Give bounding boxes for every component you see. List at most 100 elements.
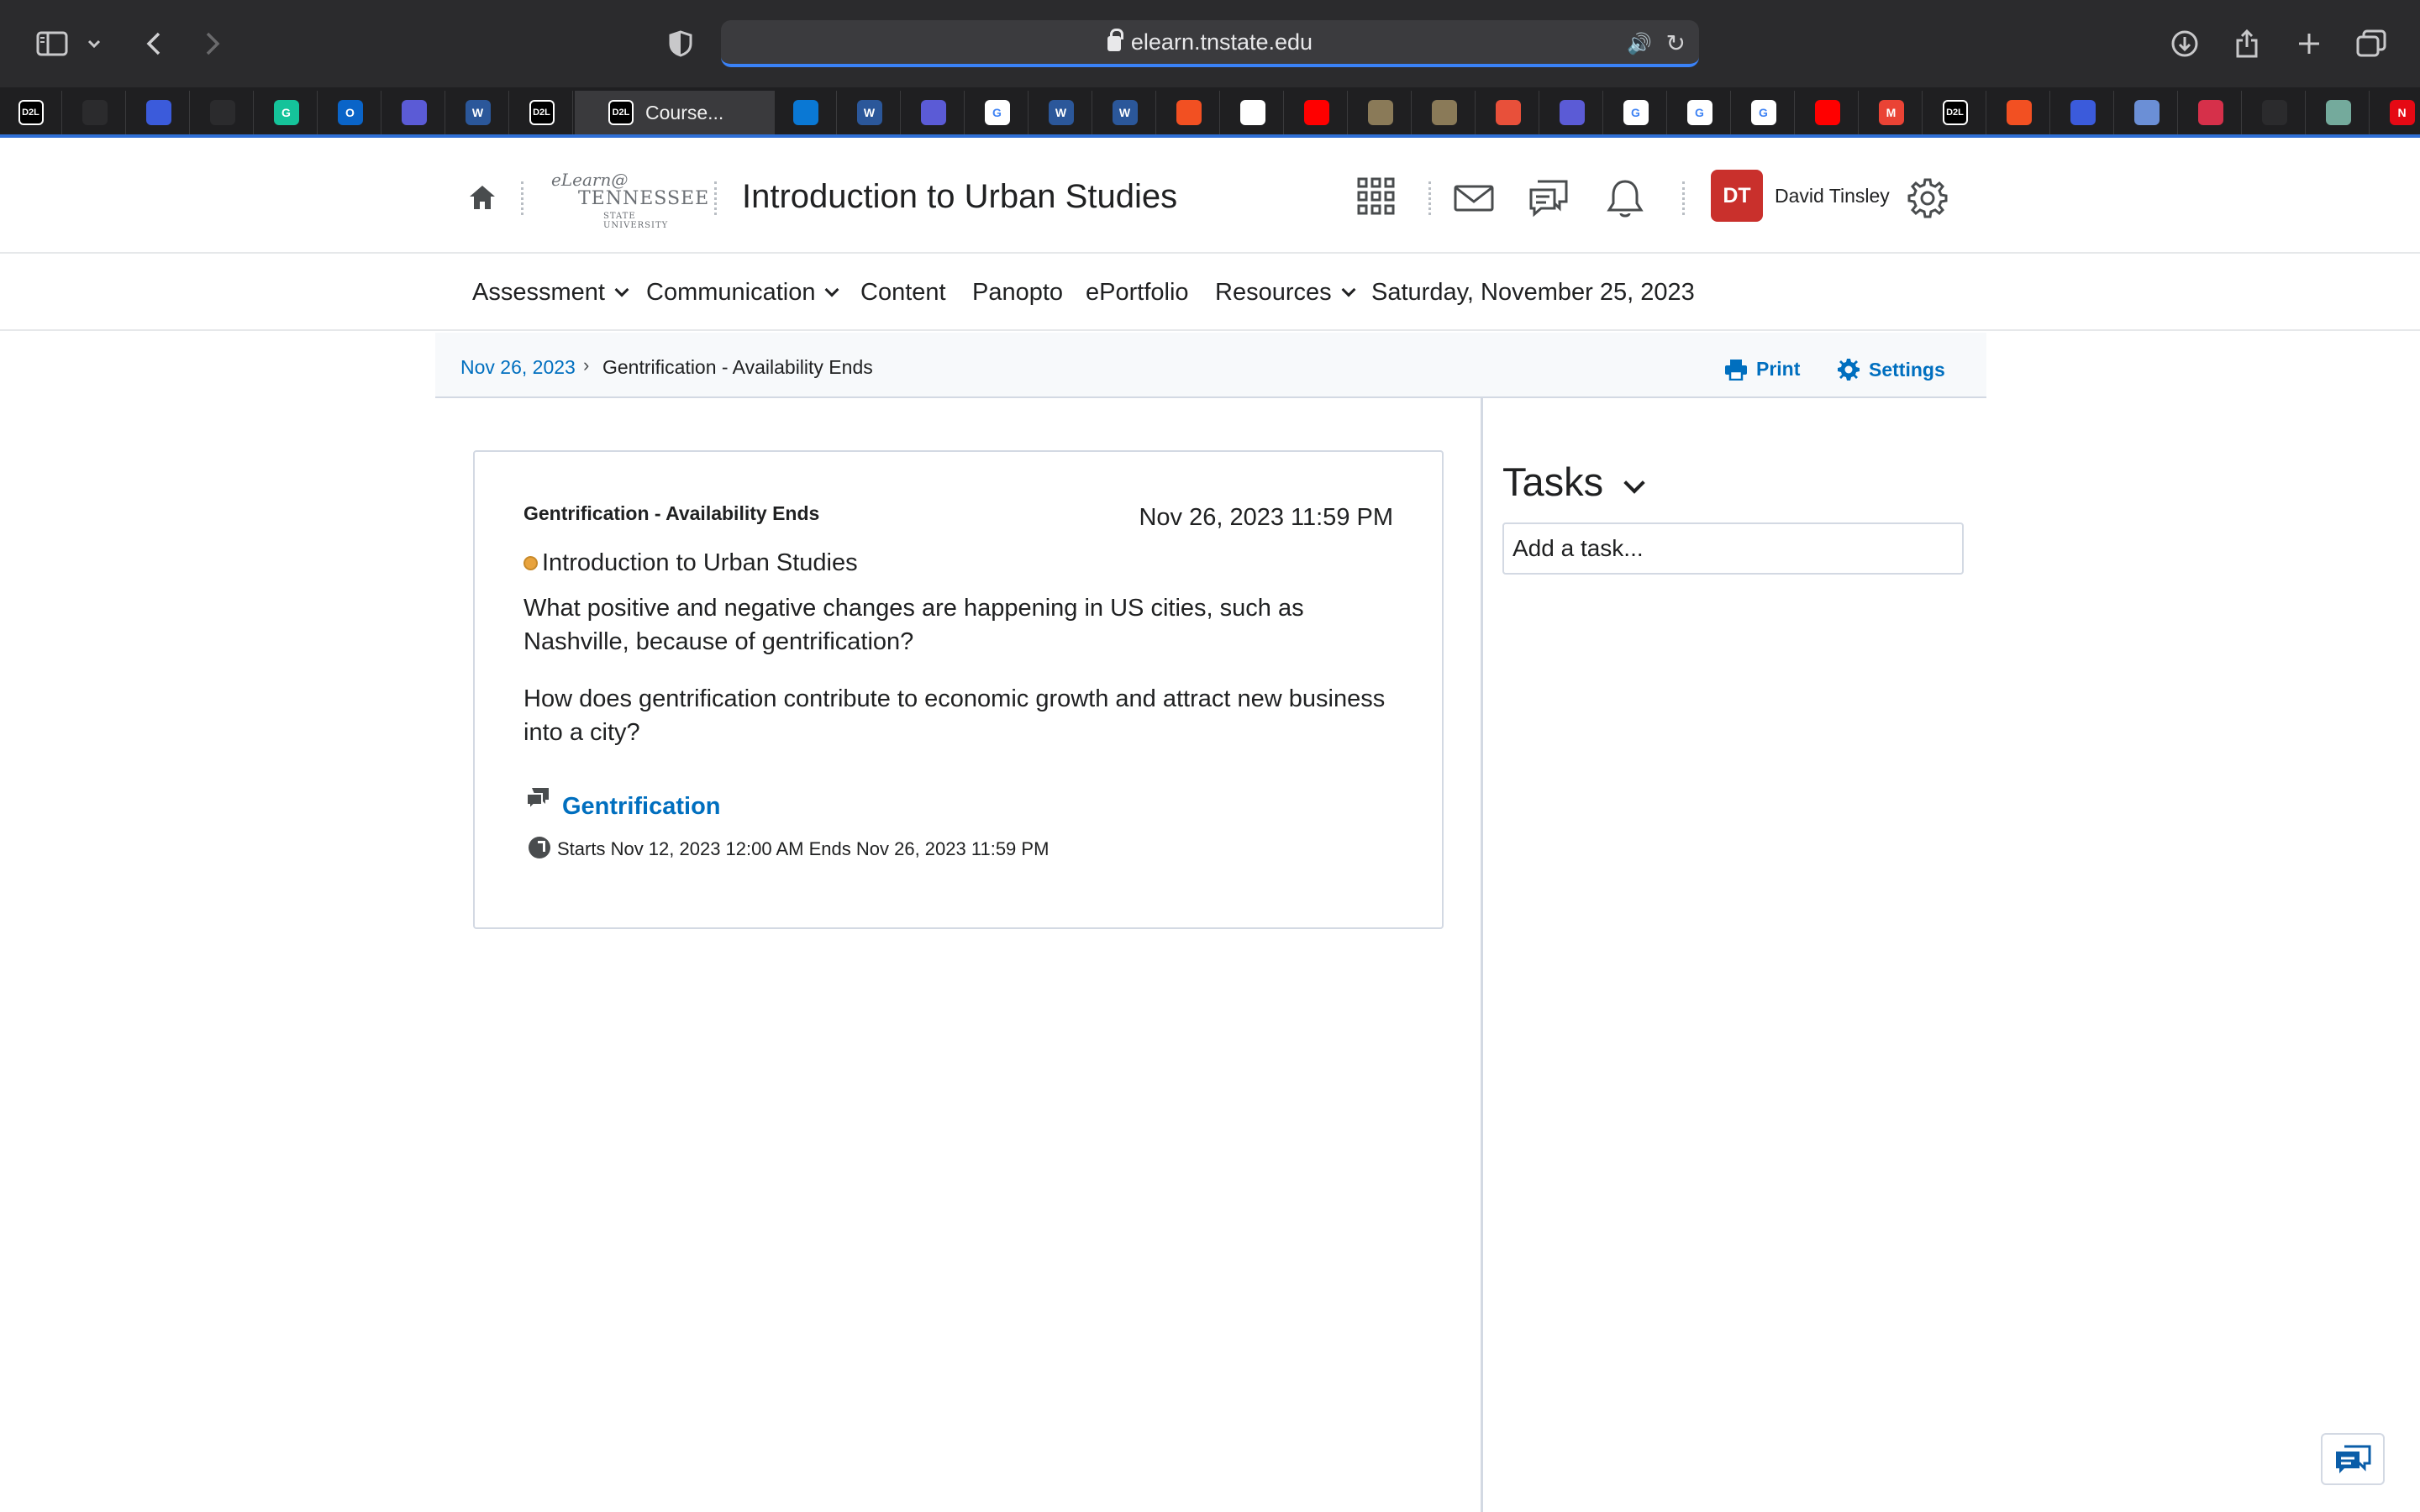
browser-tab[interactable]: G [1669,91,1731,134]
browser-tab[interactable]: G [255,91,318,134]
browser-tab[interactable] [775,91,837,134]
sidebar-toggle-icon[interactable] [32,18,72,69]
play-icon [920,100,946,125]
course-title[interactable]: Introduction to Urban Studies [742,178,1177,216]
word-icon: W [1112,100,1138,125]
chevron-down-icon[interactable] [84,18,104,69]
browser-tab[interactable] [1477,91,1539,134]
mail-icon[interactable] [1452,176,1496,220]
nav-label: Content [860,279,946,306]
speaker-icon[interactable]: 🔊 [1627,32,1652,56]
browser-tab[interactable] [1158,91,1220,134]
browser-tab[interactable]: O [319,91,381,134]
user-name[interactable]: David Tinsley [1775,185,1890,207]
discussion-icon [525,786,550,811]
print-label: Print [1756,358,1801,380]
browser-tab[interactable] [1541,91,1603,134]
course-selector-grid-icon[interactable] [1356,176,1400,220]
feather-icon [209,100,235,125]
app-icon [2070,100,2096,125]
browser-tab[interactable]: N [2371,91,2420,134]
shield-icon[interactable] [666,18,696,69]
home-icon[interactable] [467,183,497,212]
forward-icon[interactable] [198,18,227,69]
browser-tab[interactable] [2180,91,2242,134]
browser-tab[interactable] [1988,91,2050,134]
browser-tab[interactable] [1286,91,1348,134]
browser-tab[interactable]: W [447,91,509,134]
tab-overview-icon[interactable] [2353,18,2390,69]
word-icon: W [465,100,491,125]
browser-tab-active[interactable]: D2L Course... [575,91,775,134]
gmail-icon: M [1878,100,1904,125]
chevron-down-icon[interactable] [1623,472,1645,494]
browser-tab[interactable]: D2L [0,91,62,134]
reload-icon[interactable]: ↻ [1666,29,1686,57]
tsu-logo[interactable]: eLearn@ TENNESSEE STATE UNIVERSITY [548,170,708,230]
browser-tab[interactable] [128,91,190,134]
grammarly-icon: G [273,100,299,125]
seal-icon [1431,100,1457,125]
chevron-down-icon [824,282,839,297]
browser-tab[interactable] [64,91,126,134]
browser-tab[interactable]: G [966,91,1028,134]
tasks-heading: Tasks [1502,459,1604,504]
google-icon: G [1623,100,1649,125]
browser-tab[interactable] [192,91,254,134]
logo-line3: STATE UNIVERSITY [603,212,669,230]
heart-icon [2197,100,2223,125]
topic-link[interactable]: Gentrification [562,793,721,821]
browser-tab[interactable]: G [1605,91,1667,134]
browser-tab[interactable] [1222,91,1284,134]
print-button[interactable]: Print [1724,358,1800,381]
nav-eportfolio[interactable]: ePortfolio [1086,279,1189,307]
browser-tab[interactable]: G [1733,91,1795,134]
browser-tab[interactable] [902,91,965,134]
browser-tab[interactable] [1413,91,1476,134]
nav-resources[interactable]: Resources [1215,279,1356,307]
nav-communication[interactable]: Communication [646,279,839,307]
microsoft-icon [2006,100,2032,125]
share-icon[interactable] [2230,18,2264,69]
nav-label: Assessment [472,279,605,306]
breadcrumb-separator: › [583,354,590,375]
browser-tab[interactable] [1349,91,1412,134]
settings-button[interactable]: Settings [1837,358,1945,381]
new-tab-icon[interactable] [2292,18,2326,69]
target-icon [1495,100,1521,125]
d2l-icon: D2L [608,100,634,125]
word-icon: W [856,100,882,125]
browser-tab[interactable] [383,91,445,134]
browser-tab[interactable]: M [1860,91,1923,134]
browser-tab[interactable] [2052,91,2114,134]
browser-toolbar: elearn.tnstate.edu 🔊 ↻ [0,0,2420,87]
breadcrumb-date-link[interactable]: Nov 26, 2023 [460,356,576,379]
nav-assessment[interactable]: Assessment [472,279,629,307]
nav-content[interactable]: Content [860,279,946,307]
bell-icon[interactable] [1603,176,1647,220]
browser-tab[interactable] [1797,91,1859,134]
browser-tab[interactable] [2307,91,2370,134]
download-icon[interactable] [2166,18,2203,69]
chat-icon[interactable] [1528,176,1571,220]
course-navbar: Assessment Communication Content Panopto… [0,254,2420,331]
browser-tab[interactable]: W [1030,91,1092,134]
avatar[interactable]: DT [1711,170,1763,222]
browser-tab[interactable] [2116,91,2178,134]
chat-support-button[interactable] [2321,1433,2385,1485]
browser-tab[interactable] [2244,91,2306,134]
course-header: eLearn@ TENNESSEE STATE UNIVERSITY Intro… [0,141,2420,254]
separator [1428,181,1432,215]
add-task-input[interactable] [1502,522,1964,575]
nav-label: Communication [646,279,816,306]
gear-icon[interactable] [1906,176,1949,220]
browser-tab[interactable]: D2L [1924,91,1986,134]
back-icon[interactable] [139,18,168,69]
browser-tab[interactable]: W [1094,91,1156,134]
nav-panopto[interactable]: Panopto [972,279,1063,307]
active-tab-title: Course... [645,101,724,123]
browser-tab[interactable]: D2L [511,91,573,134]
browser-tab[interactable]: W [839,91,901,134]
address-bar[interactable]: elearn.tnstate.edu 🔊 ↻ [721,20,1699,67]
clock-icon [529,837,550,858]
